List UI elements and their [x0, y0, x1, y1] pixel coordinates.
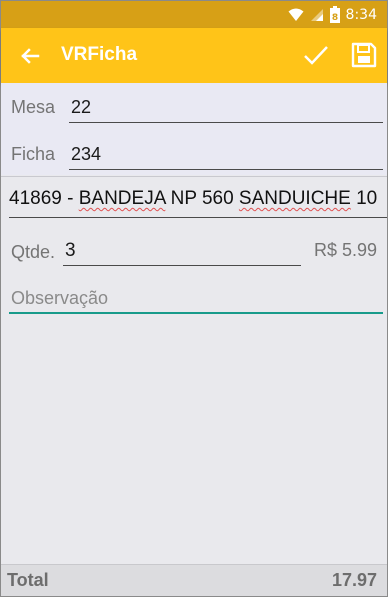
unit-price: R$ 5.99	[313, 240, 377, 260]
confirm-button[interactable]	[301, 40, 331, 70]
total-value: 17.97	[331, 570, 377, 590]
product-word: SANDUICHE	[238, 188, 351, 209]
status-time: 8:34	[345, 6, 377, 23]
ficha-label: Ficha	[11, 144, 56, 164]
quantity-field[interactable]: 3	[63, 240, 301, 266]
arrow-left-icon	[21, 48, 40, 64]
section-divider	[1, 176, 387, 177]
ficha-field[interactable]: 234	[69, 144, 383, 170]
product-word: NP 560	[170, 188, 234, 209]
battery-icon: 8	[329, 6, 340, 23]
floppy-save-icon	[351, 42, 377, 68]
product-field[interactable]: 41869 - BANDEJA NP 560 SANDUICHE 10	[9, 188, 387, 218]
wifi-icon	[288, 8, 304, 21]
battery-level: 8	[331, 13, 337, 23]
mesa-label: Mesa	[11, 97, 56, 117]
app-bar: VRFicha	[1, 28, 387, 83]
quantity-label: Qtde.	[11, 242, 56, 262]
check-icon	[304, 46, 328, 65]
product-word: BANDEJA	[78, 188, 166, 209]
status-bar: 8 8:34	[1, 1, 387, 28]
product-code: 41869 -	[9, 188, 74, 209]
table-info-section: Mesa 22 Ficha 234	[1, 83, 387, 175]
save-button[interactable]	[349, 40, 379, 70]
product-word: 10	[356, 188, 378, 209]
signal-icon	[310, 8, 323, 21]
total-bar: Total 17.97	[1, 564, 387, 596]
mesa-field[interactable]: 22	[69, 97, 383, 123]
app-title: VRFicha	[61, 44, 138, 65]
back-button[interactable]	[15, 41, 45, 71]
observation-input[interactable]: Observação	[9, 284, 383, 314]
total-label: Total	[7, 570, 49, 590]
